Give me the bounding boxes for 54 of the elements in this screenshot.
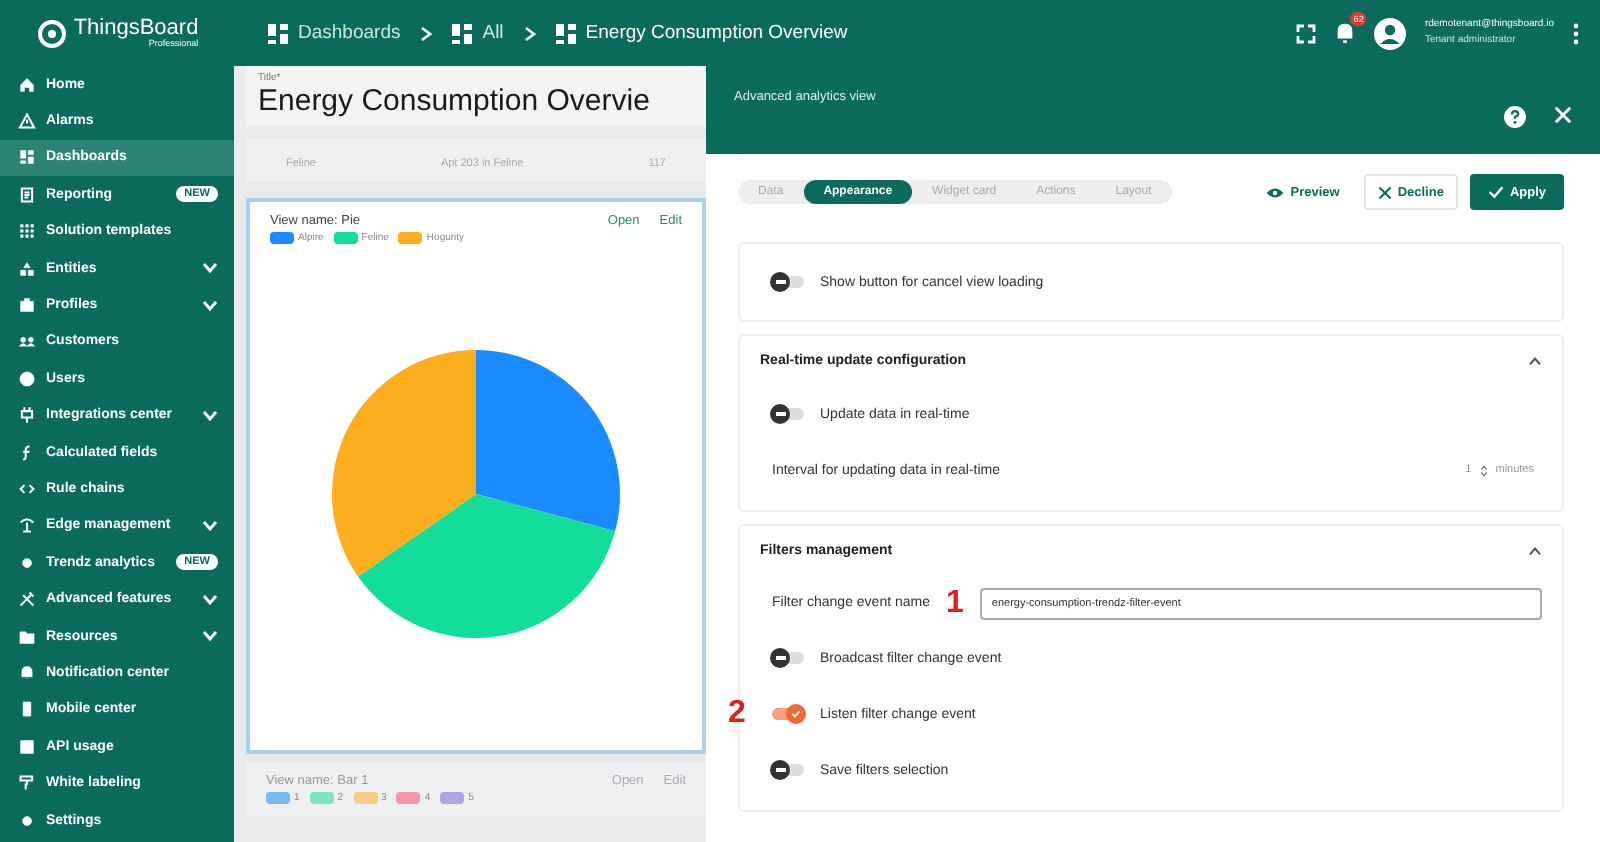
dashboard-icon (555, 23, 576, 43)
logo-text: ThingsBoard (73, 17, 199, 40)
avatar-icon[interactable] (1374, 17, 1407, 49)
chevron-down-icon[interactable] (202, 630, 218, 643)
stepper-icon[interactable] (1479, 463, 1488, 477)
close-icon (1377, 185, 1392, 199)
breadcrumb-link[interactable]: Energy Consumption Overview (585, 22, 848, 44)
chevron-down-icon[interactable] (202, 409, 218, 422)
breadcrumb-link[interactable]: Dashboards (298, 22, 401, 44)
tower-icon (18, 516, 36, 535)
check-icon (1487, 184, 1504, 200)
function-icon (18, 443, 36, 462)
bell-icon (18, 663, 36, 682)
chevron-down-icon[interactable] (202, 519, 218, 532)
annotation-number: 2 (728, 698, 746, 730)
grid-icon (18, 148, 36, 167)
dashboard-icon (452, 23, 473, 43)
more-icon[interactable] (1572, 21, 1580, 45)
tools-icon (18, 590, 36, 609)
shapes-icon (18, 259, 36, 278)
check-icon (790, 708, 802, 720)
annotation-number: 1 (946, 587, 964, 619)
paint-roller-icon (18, 774, 36, 793)
close-icon[interactable] (1554, 106, 1572, 124)
toggle-switch[interactable] (772, 708, 804, 720)
folder-icon (18, 627, 36, 646)
id-card-icon (18, 296, 36, 315)
plug-icon (18, 406, 36, 425)
code-icon (18, 479, 36, 498)
report-icon (18, 185, 36, 204)
help-icon[interactable] (1504, 106, 1526, 128)
apps-icon (18, 222, 36, 241)
breadcrumb-link[interactable]: All (482, 22, 504, 44)
toggle-switch[interactable] (772, 764, 804, 776)
bell-icon[interactable] (1334, 22, 1357, 44)
toggle-switch[interactable] (772, 276, 804, 288)
chevron-down-icon[interactable] (202, 262, 218, 275)
chevron-up-icon[interactable] (1528, 546, 1542, 556)
fullscreen-icon[interactable] (1296, 23, 1317, 43)
dashboard-icon (268, 23, 288, 43)
chevron-right-icon (523, 25, 536, 41)
phone-icon (18, 700, 36, 719)
dashboard-title[interactable]: Energy Consumption Overvie (258, 84, 702, 118)
toggle-switch[interactable] (772, 408, 804, 420)
people-icon (18, 332, 36, 351)
chevron-up-icon[interactable] (1528, 356, 1542, 366)
chevron-down-icon[interactable] (202, 593, 218, 606)
warning-icon (18, 112, 36, 131)
toggle-switch[interactable] (772, 652, 804, 664)
logo-icon (35, 17, 68, 49)
chevron-right-icon (420, 25, 433, 41)
chevron-down-icon[interactable] (202, 299, 218, 312)
eye-icon (1266, 185, 1285, 199)
home-icon (18, 75, 36, 94)
